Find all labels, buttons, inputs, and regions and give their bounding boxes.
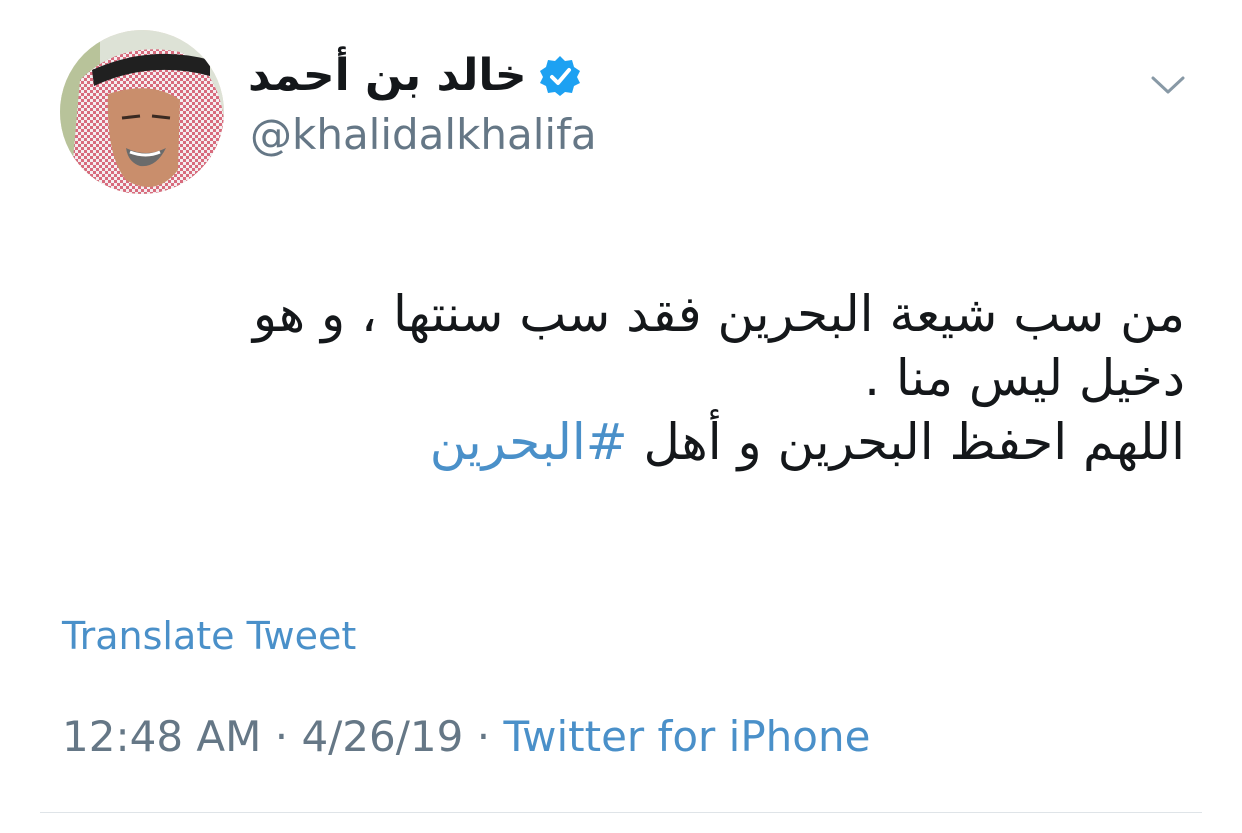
avatar-image [60, 30, 224, 194]
author-handle[interactable]: @khalidalkhalifa [250, 110, 597, 160]
meta-separator: · [274, 712, 289, 761]
divider [40, 812, 1202, 813]
hashtag-link[interactable]: #البحرين [430, 413, 628, 471]
author-name-row: خالد بن أحمد [248, 46, 581, 106]
tweet-time: 12:48 AM [62, 712, 262, 761]
tweet-line-3: اللهم احفظ البحرين و أهل #البحرين [140, 410, 1185, 474]
tweet-line-1: من سب شيعة البحرين فقد سب سنتها ، و هو [252, 285, 1185, 343]
tweet-source-link[interactable]: Twitter for iPhone [503, 712, 870, 761]
chevron-down-icon[interactable] [1150, 70, 1186, 100]
author-display-name[interactable]: خالد بن أحمد [248, 54, 527, 98]
meta-separator: · [476, 712, 491, 761]
verified-badge-icon [539, 55, 581, 97]
avatar[interactable] [60, 30, 224, 194]
tweet-meta: 12:48 AM · 4/26/19 · Twitter for iPhone [62, 712, 870, 762]
tweet-line-3-text: اللهم احفظ البحرين و أهل [627, 413, 1185, 471]
tweet-date[interactable]: 4/26/19 [301, 712, 463, 761]
tweet-body: من سب شيعة البحرين فقد سب سنتها ، و هو د… [140, 282, 1185, 474]
translate-tweet-link[interactable]: Translate Tweet [62, 614, 356, 660]
tweet-line-2: دخيل ليس منا . [864, 349, 1185, 407]
